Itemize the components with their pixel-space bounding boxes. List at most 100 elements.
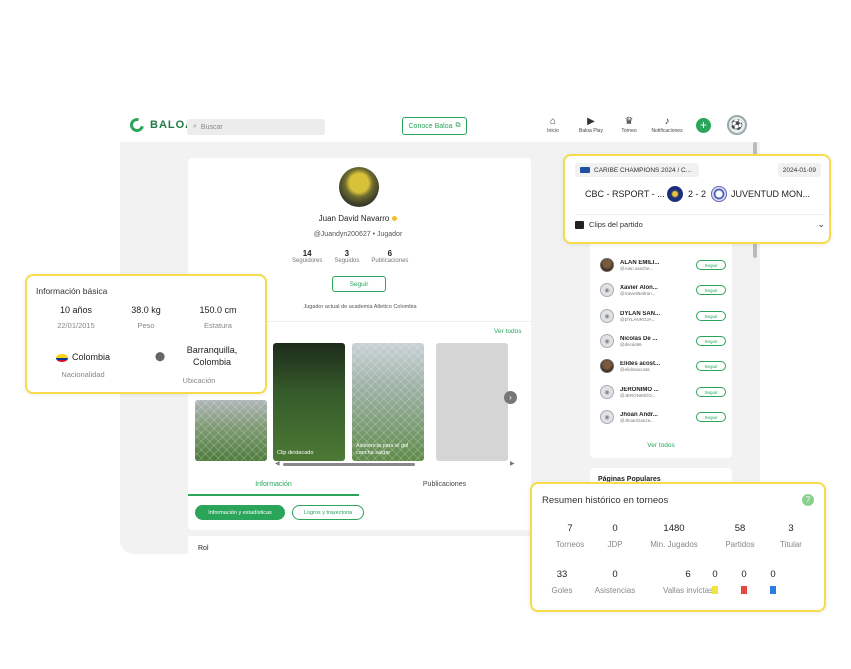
follower-avatar[interactable]: ◉ xyxy=(600,410,614,424)
follow-button[interactable]: Seguir xyxy=(696,285,726,295)
weight-label: Peso xyxy=(137,321,155,330)
baloa-logo[interactable]: BALOA xyxy=(127,115,194,135)
ver-todos-followers-link[interactable]: Ver todos xyxy=(590,442,732,449)
default-avatar-icon: ◉ xyxy=(604,313,610,320)
default-avatar-icon: ◉ xyxy=(604,414,610,421)
follow-button[interactable]: Seguir xyxy=(696,336,726,346)
pill-logros-trayectoria[interactable]: Logros y trayectoria xyxy=(292,505,364,520)
home-team-crest-icon xyxy=(667,186,683,202)
tab-informacion[interactable]: Información xyxy=(188,481,359,488)
scroll-left-icon[interactable]: ◀ xyxy=(275,460,280,467)
stat-label: Seguidos xyxy=(334,258,360,264)
default-avatar-icon: ◉ xyxy=(604,287,610,294)
profile-stats: 14 Seguidores 3 Seguidos 6 Publicaciones xyxy=(292,249,408,264)
follower-avatar[interactable]: ◉ xyxy=(600,283,614,297)
stat-value: 14 xyxy=(302,249,312,258)
net-overlay xyxy=(195,400,267,461)
stat-value: 3 xyxy=(344,249,350,258)
nav-item-label: Baloa Play xyxy=(579,128,603,134)
age-cell: 10 años 22/01/2015 xyxy=(41,305,111,330)
follower-avatar[interactable]: ◉ xyxy=(600,334,614,348)
follow-button[interactable]: Seguir xyxy=(696,412,726,422)
follower-avatar[interactable] xyxy=(600,258,614,272)
user-avatar-icon: ⚽ xyxy=(730,119,744,131)
blue-card-stat: 0 xyxy=(743,569,803,599)
pill-informacion-estadisticas[interactable]: Información y estadísticas xyxy=(195,505,285,520)
follower-list-item[interactable]: ◉ JERONIMO ... @JERONIMOO... Seguir xyxy=(600,385,726,399)
horizontal-scrollbar[interactable] xyxy=(283,463,415,466)
tournament-name: CARIBE CHAMPIONS 2024 / C... xyxy=(594,166,692,174)
follower-list-item[interactable]: ◉ Nicolás De ... @decas96 Seguir xyxy=(600,334,726,348)
history-stat: 0 JDP xyxy=(585,523,645,549)
search-input[interactable]: ⌕ Buscar xyxy=(187,119,325,135)
nav-item-notificaciones[interactable]: ♪ Notificaciones xyxy=(651,116,682,134)
follow-button[interactable]: Seguir xyxy=(332,276,386,292)
colombia-flag-icon xyxy=(55,353,68,362)
follower-handle: @XavierBeltran... xyxy=(620,290,656,296)
follower-avatar[interactable]: ◉ xyxy=(600,309,614,323)
follower-text: Xavier Alon... @XavierBeltran... xyxy=(620,285,690,296)
history-stat-value: 1480 xyxy=(663,523,685,534)
scroll-right-icon[interactable]: ▶ xyxy=(510,460,515,467)
clip-thumbnail[interactable] xyxy=(436,343,508,461)
main-nav: ⌂ Inicio ▶ Baloa Play ♛ Torneo ♪ Notificaciones xyxy=(540,116,682,134)
user-avatar[interactable]: ⚽ xyxy=(727,115,747,135)
profile-name-text: Juan David Navarro xyxy=(318,214,390,223)
away-team-crest-icon xyxy=(711,186,728,202)
nav-item-inicio[interactable]: ⌂ Inicio xyxy=(540,116,566,134)
profile-stat[interactable]: 6 Publicaciones xyxy=(371,249,408,264)
location-cell: ⬤ Barranquilla, Colombia Ubicación xyxy=(143,344,255,385)
history-stat: 1480 Min. Jugados xyxy=(644,523,704,549)
tournament-badge[interactable]: CARIBE CHAMPIONS 2024 / C... xyxy=(575,163,699,177)
nav-item-label: Torneo xyxy=(621,128,637,134)
nav-item-baloa-play[interactable]: ▶ Baloa Play xyxy=(578,116,604,134)
basic-info-title: Información básica xyxy=(36,286,108,296)
follower-list-item[interactable]: ◉ DYLAN SAN... @DYLANROJA... Seguir xyxy=(600,309,726,323)
follow-button[interactable]: Seguir xyxy=(696,311,726,321)
nationality-value: Colombia xyxy=(71,352,111,362)
nav-item-torneo[interactable]: ♛ Torneo xyxy=(616,116,642,134)
birthdate-label: 22/01/2015 xyxy=(57,321,95,330)
nationality-cell: Colombia Nacionalidad xyxy=(43,352,123,379)
follower-list-item[interactable]: Elides acost... @elidesacosta Seguir xyxy=(600,359,726,373)
tab-publicaciones[interactable]: Publicaciones xyxy=(359,481,530,488)
card-count: 0 xyxy=(770,569,776,580)
follow-button[interactable]: Seguir xyxy=(696,260,726,270)
clips-del-partido-toggle[interactable]: Clips del partido ⌄ xyxy=(575,219,825,230)
follower-list-item[interactable]: ◉ Jhoan Andr... @JhoanGanza... Seguir xyxy=(600,410,726,424)
follower-handle: @JhoanGanza... xyxy=(620,417,654,423)
follower-list-item[interactable]: ALAN EMILI... @Alan.sanche... Seguir xyxy=(600,258,726,272)
conoce-baloa-label: Conoce Baloa xyxy=(408,122,453,130)
location-value: Barranquilla, Colombia xyxy=(186,345,238,367)
create-button[interactable]: + xyxy=(696,118,711,133)
profile-avatar[interactable] xyxy=(339,167,379,207)
location-pin-icon: ⬤ xyxy=(154,350,166,361)
profile-handle: @Juandyn200627 • Jugador xyxy=(313,231,403,238)
profile-stat[interactable]: 3 Seguidos xyxy=(334,249,359,264)
clip-thumbnail[interactable] xyxy=(195,400,267,461)
nav-item-label: Inicio xyxy=(547,128,559,134)
follower-list-item[interactable]: ◉ Xavier Alon... @XavierBeltran... Seguir xyxy=(600,283,726,297)
active-tab-indicator xyxy=(188,494,359,496)
external-link-icon: ⧉ xyxy=(455,122,461,129)
match-card[interactable]: CARIBE CHAMPIONS 2024 / C... 2024-01-09 … xyxy=(563,154,831,244)
rol-label: Rol xyxy=(198,545,209,552)
follower-avatar[interactable] xyxy=(600,359,614,373)
history-stat-value: 3 xyxy=(788,523,794,534)
follower-text: JERONIMO ... @JERONIMOO... xyxy=(620,387,690,398)
help-icon[interactable]: ? xyxy=(802,494,814,506)
ver-todos-clips-link[interactable]: Ver todos xyxy=(494,328,521,335)
conoce-baloa-button[interactable]: Conoce Baloa ⧉ xyxy=(402,117,467,135)
carousel-next-icon[interactable]: › xyxy=(504,391,517,404)
profile-tabs: Información Publicaciones xyxy=(188,476,531,496)
clip-thumbnail[interactable]: Asistencia para el gol cancha salgar xyxy=(352,343,424,461)
chevron-down-icon[interactable]: ⌄ xyxy=(817,219,825,230)
clip-thumbnail[interactable]: Clip destacado xyxy=(273,343,345,461)
trophy-icon: ♛ xyxy=(624,116,634,127)
weight-cell: 38.0 kg Peso xyxy=(111,305,181,330)
follower-avatar[interactable]: ◉ xyxy=(600,385,614,399)
clip-caption: Asistencia para el gol cancha salgar xyxy=(356,443,409,456)
follow-button[interactable]: Seguir xyxy=(696,387,726,397)
profile-stat[interactable]: 14 Seguidores xyxy=(292,249,322,264)
follow-button[interactable]: Seguir xyxy=(696,361,726,371)
